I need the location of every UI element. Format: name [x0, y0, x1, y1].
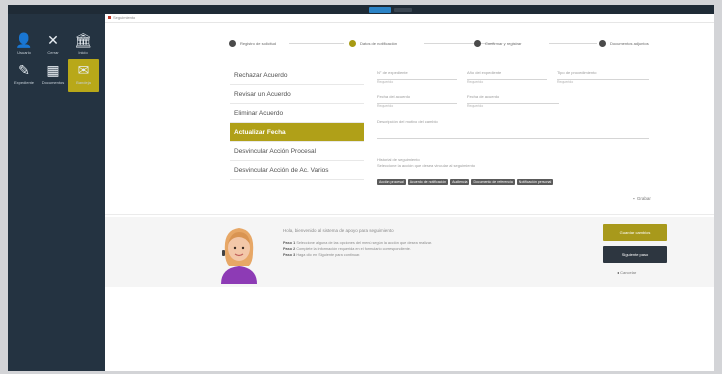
sidebar-item-documents[interactable]: ▦ Documentos — [40, 62, 66, 92]
step-4[interactable]: Documentos adjuntos — [599, 40, 649, 47]
expediente-field[interactable]: N° de expediente Requerido — [377, 70, 457, 84]
motivo-textarea[interactable]: Descripción del motivo del cambio — [377, 119, 649, 143]
person-icon: 👤 — [15, 32, 33, 48]
top-bar — [8, 5, 714, 14]
stepper-connector — [549, 43, 597, 44]
assistant-avatar — [221, 228, 257, 284]
field-hint: Requerido — [467, 104, 484, 108]
save-label: Grabar — [636, 196, 651, 201]
help-title: Hola, bienvenido al sistema de apoyo par… — [283, 228, 394, 233]
tag-chip[interactable]: Acuerdo de notificación — [407, 179, 449, 185]
field-value: Fecha del acuerdo — [377, 94, 411, 99]
menu-item-rechazar[interactable]: Rechazar Acuerdo — [230, 66, 364, 85]
step-3[interactable]: Confirmar y registrar — [474, 40, 521, 47]
sidebar-item-label: Inicio — [78, 50, 88, 55]
step-circle — [599, 40, 606, 47]
step-label: Confirmar y registrar — [485, 41, 522, 46]
breadcrumb: Seguimiento — [105, 14, 714, 23]
building-icon: 🏛 — [74, 32, 92, 48]
field-value: N° de expediente — [377, 70, 408, 75]
sidebar-item-inbox[interactable]: ✉ Bandeja — [68, 59, 99, 92]
step-label: Datos de notificación — [360, 41, 398, 46]
save-link[interactable]: ▪ Grabar — [633, 196, 651, 201]
sidebar-item-label: Expediente — [13, 80, 34, 85]
step-label: Documentos adjuntos — [610, 41, 649, 46]
fecha-nueva-field[interactable]: Fecha de acuerdo Requerido — [467, 94, 559, 108]
field-hint: Requerido — [557, 80, 574, 84]
sidebar-item-home[interactable]: 🏛 Inicio — [70, 32, 96, 62]
sidebar-item-label: Cerrar — [47, 50, 59, 55]
sidebar-item-label: Documentos — [41, 80, 65, 85]
field-value: Descripción del motivo del cambio — [377, 119, 438, 124]
help-step-text: Seleccione alguna de las opciones del me… — [296, 241, 433, 245]
help-step-text: Haga clic en Siguiente para continuar. — [296, 253, 361, 257]
save-changes-button[interactable]: Guardar cambios — [603, 224, 667, 241]
help-step-text: Complete la información requerida en el … — [296, 247, 411, 251]
wizard-stepper: Registro de solicitud Datos de notificac… — [229, 40, 659, 50]
info-line: Seleccione la acción que desea vincular … — [377, 163, 476, 168]
step-1[interactable]: Registro de solicitud — [229, 40, 276, 47]
fecha-acuerdo-field[interactable]: Fecha del acuerdo Requerido — [377, 94, 457, 108]
step-label: Registro de solicitud — [240, 41, 277, 46]
menu-item-desvincular-varios[interactable]: Desvincular Acción de Ac. Varios — [230, 161, 364, 180]
next-step-button[interactable]: Siguiente paso — [603, 246, 667, 263]
menu-item-eliminar[interactable]: Eliminar Acuerdo — [230, 104, 364, 123]
field-hint: Requerido — [467, 80, 484, 84]
anio-field[interactable]: Año del expediente Requerido — [467, 70, 547, 84]
tag-chip[interactable]: Notificación personal — [516, 179, 554, 185]
field-hint: Requerido — [377, 104, 394, 108]
back-arrow-icon: ◂ — [617, 270, 620, 275]
tag-chip[interactable]: Acción procesal — [377, 179, 406, 185]
seguimiento-info: Historial de seguimiento Seleccione la a… — [377, 157, 475, 169]
field-underline — [377, 138, 649, 139]
step-circle-active — [349, 40, 356, 47]
help-step-key: Paso 2 — [283, 247, 296, 251]
sidebar-item-close[interactable]: ✕ Cerrar — [40, 32, 66, 62]
action-tags: Acción procesal Acuerdo de notificación … — [377, 179, 554, 185]
step-2[interactable]: Datos de notificación — [349, 40, 397, 47]
stepper-connector — [289, 43, 344, 44]
sidebar-item-label: Bandeja — [76, 80, 91, 85]
tag-chip[interactable]: Documento de referencia — [471, 179, 515, 185]
sidebar: 👤 Usuario ✕ Cerrar 🏛 Inicio ✎ Expediente… — [8, 14, 105, 371]
sidebar-item-label: Usuario — [17, 50, 31, 55]
field-value: Año del expediente — [467, 70, 502, 75]
divider — [105, 214, 714, 215]
field-value: Fecha de acuerdo — [467, 94, 500, 99]
tag-chip[interactable]: Audiencia — [450, 179, 470, 185]
step-circle — [474, 40, 481, 47]
app-frame: 👤 Usuario ✕ Cerrar 🏛 Inicio ✎ Expediente… — [8, 5, 714, 371]
field-hint: Requerido — [377, 80, 394, 84]
help-step-key: Paso 3 — [283, 253, 296, 257]
inbox-icon: ✉ — [77, 62, 90, 78]
menu-item-revisar[interactable]: Revisar un Acuerdo — [230, 85, 364, 104]
tipo-procedimiento-select[interactable]: Tipo de procedimiento Requerido — [557, 70, 649, 84]
status-dot — [108, 16, 111, 19]
help-step-key: Paso 1 — [283, 241, 296, 245]
cancel-link[interactable]: ◂ Cancelar — [617, 270, 636, 275]
menu-item-desvincular-procesal[interactable]: Desvincular Acción Procesal — [230, 142, 364, 161]
sidebar-item-user[interactable]: 👤 Usuario — [11, 32, 37, 62]
field-value: Tipo de procedimiento — [557, 70, 597, 75]
help-step: Paso 3 Haga clic en Siguiente para conti… — [283, 252, 583, 258]
close-icon: ✕ — [47, 32, 59, 48]
sidebar-item-file[interactable]: ✎ Expediente — [11, 62, 37, 92]
edit-icon: ✎ — [18, 62, 30, 78]
document-icon: ▦ — [46, 62, 60, 78]
cancel-label: Cancelar — [620, 270, 637, 275]
main-content: Seguimiento Registro de solicitud Datos … — [105, 14, 714, 371]
action-menu: Rechazar Acuerdo Revisar un Acuerdo Elim… — [230, 66, 364, 180]
breadcrumb-label[interactable]: Seguimiento — [113, 15, 135, 20]
window-tab[interactable] — [394, 8, 412, 12]
active-window-tab[interactable] — [369, 7, 391, 13]
help-text: Hola, bienvenido al sistema de apoyo par… — [283, 228, 583, 258]
step-circle — [229, 40, 236, 47]
save-icon: ▪ — [633, 196, 635, 201]
menu-item-actualizar[interactable]: Actualizar Fecha — [230, 123, 364, 142]
